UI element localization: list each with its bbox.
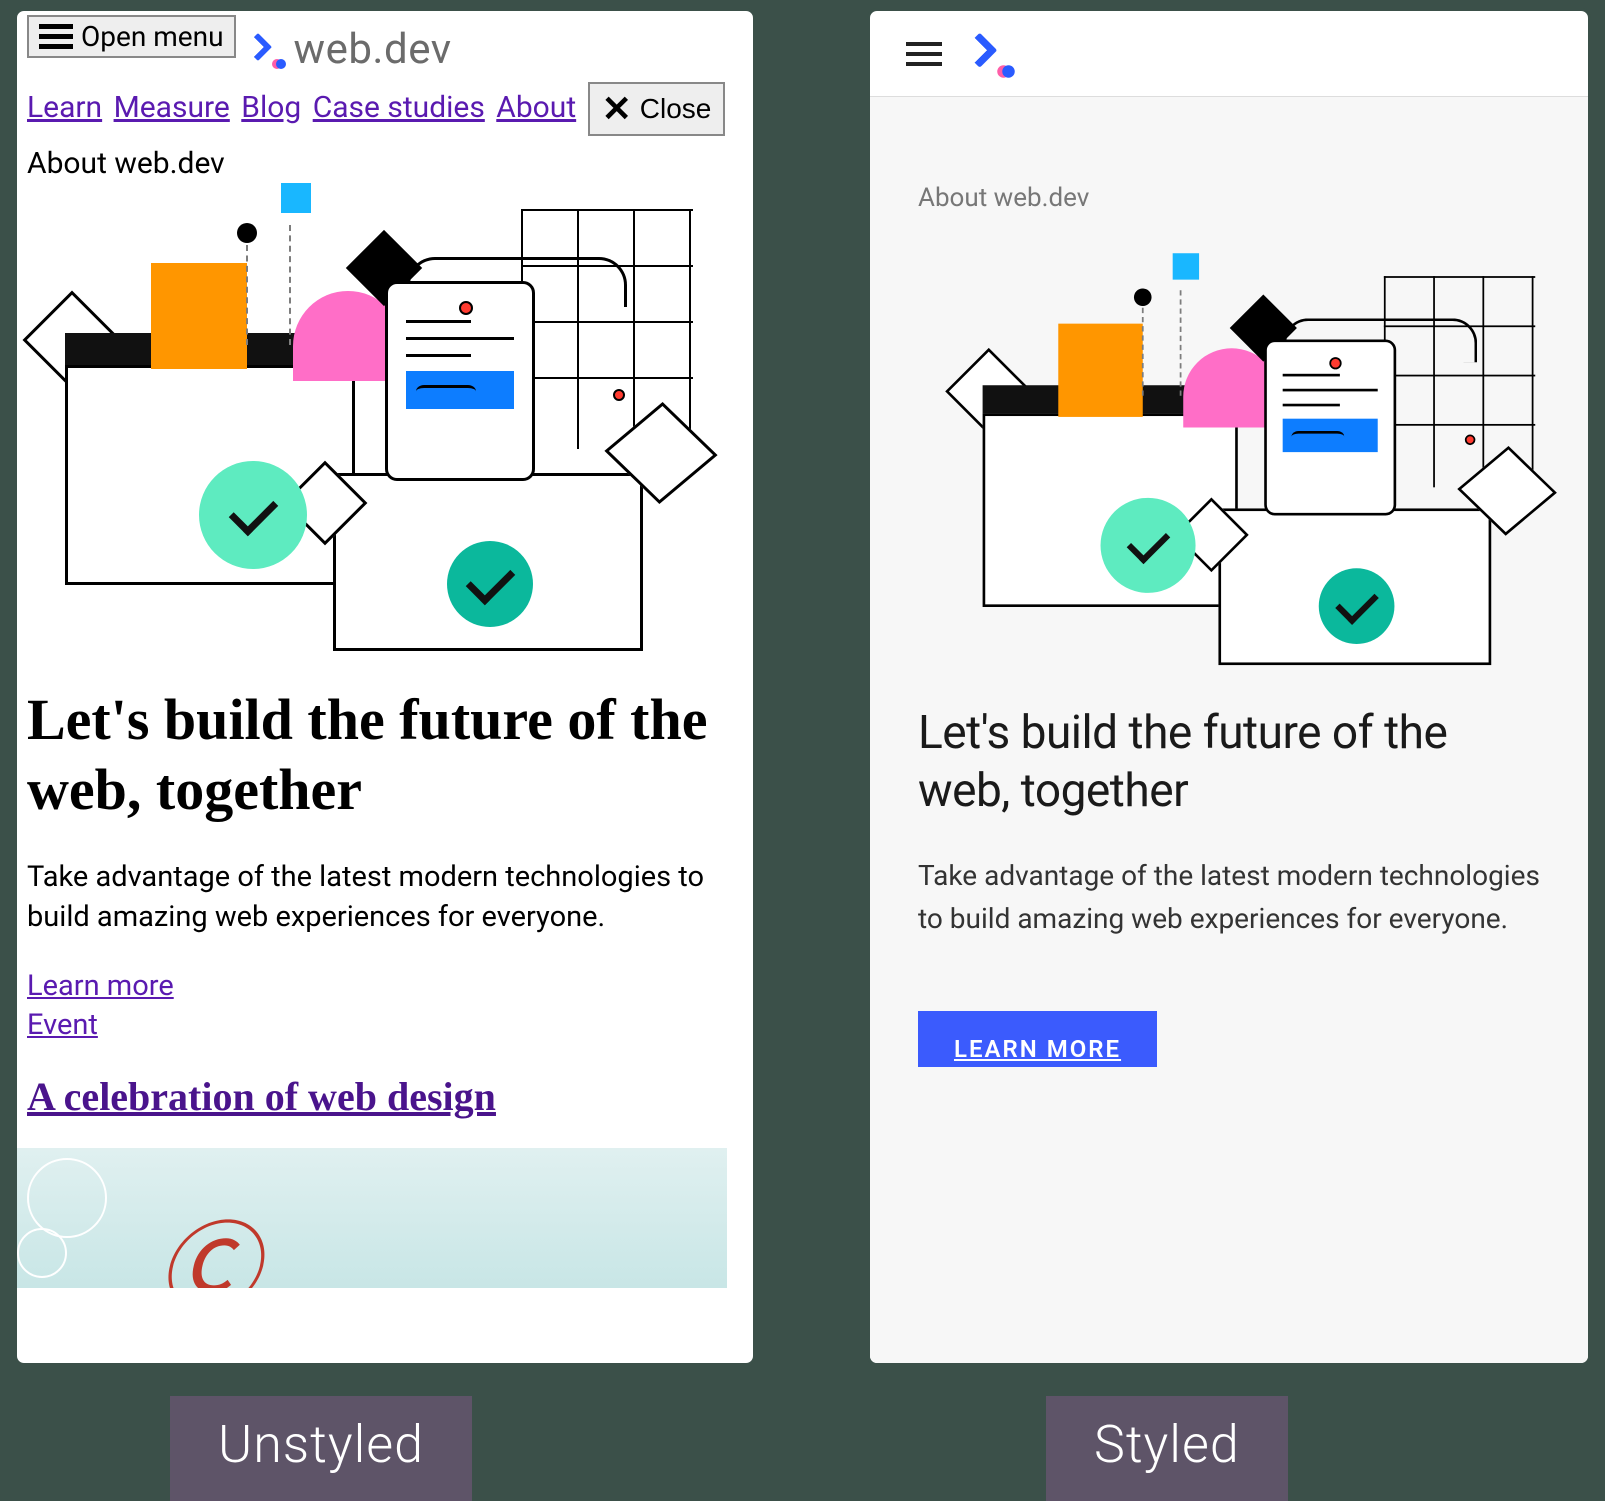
event-link[interactable]: Event bbox=[27, 1006, 743, 1045]
article-banner-image: Ⓒ bbox=[14, 1148, 727, 1288]
open-menu-button[interactable]: Open menu bbox=[27, 15, 236, 58]
site-logo[interactable]: web.dev bbox=[248, 25, 452, 74]
nav-case-studies[interactable]: Case studies bbox=[313, 90, 485, 125]
check-icon bbox=[1101, 498, 1196, 593]
caption-unstyled: Unstyled bbox=[170, 1396, 472, 1501]
nav-about[interactable]: About bbox=[496, 90, 576, 125]
page-headline: Let's build the future of the web, toget… bbox=[27, 685, 743, 824]
logo-chevron-icon[interactable] bbox=[967, 30, 1015, 78]
check-icon bbox=[447, 541, 533, 627]
close-label: Close bbox=[640, 93, 712, 125]
close-menu-button[interactable]: ✕ Close bbox=[588, 82, 726, 136]
hero-illustration bbox=[939, 255, 1519, 675]
hamburger-icon[interactable] bbox=[906, 36, 942, 72]
hamburger-icon bbox=[39, 19, 73, 54]
check-icon bbox=[199, 461, 307, 569]
hero-illustration bbox=[55, 185, 715, 655]
primary-nav: Learn Measure Blog Case studies About ✕ … bbox=[27, 82, 743, 136]
app-header bbox=[870, 11, 1588, 97]
learn-more-link[interactable]: Learn more bbox=[27, 967, 743, 1006]
logo-chevron-icon bbox=[248, 31, 286, 69]
page-headline: Let's build the future of the web, toget… bbox=[918, 705, 1540, 820]
unstyled-panel: Open menu web.dev Learn Measure Blog Cas… bbox=[14, 8, 756, 1366]
nav-learn[interactable]: Learn bbox=[27, 90, 102, 125]
caption-styled: Styled bbox=[1046, 1396, 1288, 1501]
nav-measure[interactable]: Measure bbox=[114, 90, 230, 125]
open-menu-label: Open menu bbox=[81, 20, 224, 53]
site-name: web.dev bbox=[294, 25, 452, 74]
close-icon: ✕ bbox=[602, 88, 632, 130]
page-subhead: Take advantage of the latest modern tech… bbox=[27, 858, 743, 936]
check-icon bbox=[1319, 568, 1395, 644]
page-subhead: Take advantage of the latest modern tech… bbox=[918, 854, 1540, 941]
article-title-link[interactable]: A celebration of web design bbox=[27, 1074, 496, 1119]
styled-panel: About web.dev Let's build the future of … bbox=[867, 8, 1591, 1366]
breadcrumb: About web.dev bbox=[27, 146, 743, 181]
learn-more-button[interactable]: LEARN MORE bbox=[918, 1011, 1157, 1067]
nav-blog[interactable]: Blog bbox=[241, 90, 301, 125]
breadcrumb: About web.dev bbox=[918, 183, 1540, 213]
